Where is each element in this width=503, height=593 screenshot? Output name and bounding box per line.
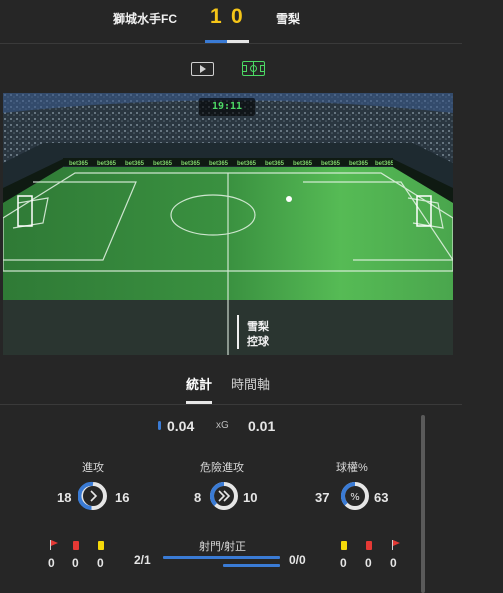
svg-text:bet365: bet365 [69, 161, 89, 167]
attacks-away-value: 16 [115, 490, 130, 505]
svg-text:bet365: bet365 [375, 161, 395, 167]
corner-flag-icon [50, 540, 59, 550]
chevron-right-icon [90, 490, 98, 502]
shots-title: 射門/射正 [199, 541, 247, 553]
svg-text:bet365: bet365 [125, 161, 145, 167]
tabs-divider [0, 404, 462, 405]
tab-timeline[interactable]: 時間軸 [231, 374, 270, 393]
away-yellow-cards-count: 0 [340, 556, 347, 570]
home-shots-value: 2/1 [134, 553, 151, 567]
home-corners-count: 0 [48, 556, 55, 570]
dangerous-attacks-home-value: 8 [194, 490, 202, 505]
home-yellow-cards-count: 0 [97, 556, 104, 570]
xg-label: xG [216, 420, 229, 431]
away-score: 0 [231, 5, 243, 28]
possession-home-value: 37 [315, 490, 330, 505]
header-divider [0, 43, 462, 44]
yellow-card-icon [341, 541, 347, 550]
svg-text:bet365: bet365 [265, 161, 285, 167]
home-shots-bar [163, 556, 280, 559]
score-header: 獅城水手FC 1 0 雪梨 [0, 0, 462, 43]
dangerous-attacks-gauge [210, 481, 238, 510]
svg-text:bet365: bet365 [293, 161, 313, 167]
svg-text:bet365: bet365 [181, 161, 201, 167]
possession-label: 控球 [247, 336, 269, 348]
away-xg-value: 0.01 [248, 418, 276, 434]
dangerous-attacks-away-value: 10 [243, 490, 258, 505]
svg-text:bet365: bet365 [97, 161, 117, 167]
double-chevron-right-icon [218, 490, 231, 502]
scrollbar[interactable] [421, 415, 425, 593]
yellow-card-icon [98, 541, 104, 550]
dangerous-attacks-title: 危險進攻 [200, 462, 244, 474]
away-red-cards-count: 0 [365, 556, 372, 570]
home-xg-value: 0.04 [167, 418, 195, 434]
attacks-gauge [78, 481, 107, 510]
match-pitch: bet365 bet365 bet365 bet365 bet365 bet365 be… [3, 93, 453, 355]
home-score: 1 [210, 5, 222, 28]
away-shots-value: 0/0 [289, 553, 306, 567]
possession-team: 雪梨 [247, 321, 269, 333]
home-red-cards-count: 0 [72, 556, 79, 570]
corner-flag-icon [392, 540, 401, 550]
red-card-icon [73, 541, 79, 550]
possession-divider [237, 315, 239, 349]
possession-pct-title: 球權% [336, 462, 368, 474]
home-team-name: 獅城水手FC [113, 12, 177, 26]
percent-icon: % [350, 492, 360, 503]
svg-text:bet365: bet365 [321, 161, 341, 167]
match-clock: 19:11 [199, 98, 255, 116]
red-card-icon [366, 541, 372, 550]
attacks-title: 進攻 [82, 462, 104, 474]
svg-text:bet365: bet365 [153, 161, 173, 167]
tab-stats[interactable]: 統計 [186, 374, 212, 393]
home-shots-on-target-bar [223, 564, 280, 567]
svg-text:bet365: bet365 [237, 161, 257, 167]
possession-gauge: % [340, 481, 369, 510]
svg-text:bet365: bet365 [209, 161, 229, 167]
possession-away-value: 63 [374, 490, 389, 505]
attacks-home-value: 18 [57, 490, 72, 505]
away-corners-count: 0 [390, 556, 397, 570]
away-team-name: 雪梨 [276, 12, 301, 26]
home-xg-marker [158, 421, 161, 430]
video-icon[interactable] [191, 62, 214, 76]
pitch-icon[interactable] [242, 61, 265, 76]
svg-text:bet365: bet365 [349, 161, 369, 167]
